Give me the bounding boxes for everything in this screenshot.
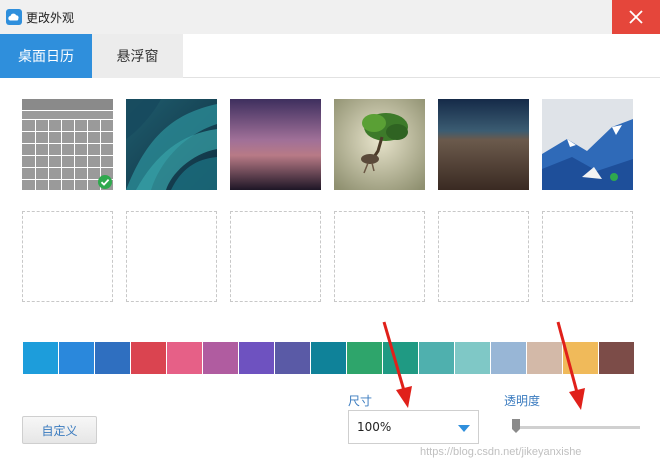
size-dropdown[interactable]: 100% <box>348 410 479 444</box>
watermark-text: https://blog.csdn.net/jikeyanxishe <box>420 446 582 458</box>
teal-petals-image <box>126 99 217 190</box>
tab-bar: 桌面日历 悬浮窗 <box>0 34 660 78</box>
close-button[interactable] <box>612 0 660 34</box>
opacity-label: 透明度 <box>504 394 541 408</box>
background-thumb-calendar-grid[interactable] <box>22 99 113 190</box>
size-value: 100% <box>357 420 392 434</box>
custom-background-slot[interactable] <box>126 211 217 302</box>
color-swatch[interactable] <box>23 342 58 374</box>
opacity-slider-handle[interactable] <box>512 419 520 433</box>
color-swatch[interactable] <box>455 342 490 374</box>
purple-dusk-image <box>230 99 321 190</box>
color-swatch[interactable] <box>239 342 274 374</box>
blue-mountains-image <box>542 99 633 190</box>
tab-desktop-calendar[interactable]: 桌面日历 <box>0 34 92 78</box>
color-swatch[interactable] <box>527 342 562 374</box>
custom-button[interactable]: 自定义 <box>22 416 97 444</box>
color-swatch[interactable] <box>167 342 202 374</box>
color-swatch[interactable] <box>95 342 130 374</box>
color-swatch[interactable] <box>203 342 238 374</box>
color-swatch[interactable] <box>491 342 526 374</box>
color-swatch[interactable] <box>383 342 418 374</box>
color-swatch[interactable] <box>311 342 346 374</box>
background-thumb-teal-petals[interactable] <box>126 99 217 190</box>
background-thumb-brown-plain[interactable] <box>438 99 529 190</box>
background-thumb-floating-tree[interactable] <box>334 99 425 190</box>
color-swatch[interactable] <box>131 342 166 374</box>
color-swatch[interactable] <box>347 342 382 374</box>
background-thumb-purple-dusk[interactable] <box>230 99 321 190</box>
custom-background-slot[interactable] <box>230 211 321 302</box>
custom-background-slot[interactable] <box>542 211 633 302</box>
color-swatch[interactable] <box>59 342 94 374</box>
color-swatch[interactable] <box>599 342 634 374</box>
custom-background-slot[interactable] <box>334 211 425 302</box>
color-swatch[interactable] <box>563 342 598 374</box>
close-icon <box>629 10 643 24</box>
color-swatch[interactable] <box>419 342 454 374</box>
opacity-slider[interactable] <box>512 419 640 433</box>
size-label: 尺寸 <box>348 394 373 408</box>
color-swatch[interactable] <box>275 342 310 374</box>
title-bar: 更改外观 <box>0 0 660 34</box>
floating-tree-image <box>334 99 425 190</box>
tab-floating-window[interactable]: 悬浮窗 <box>92 34 183 78</box>
chevron-down-icon <box>458 425 470 432</box>
custom-background-slot[interactable] <box>438 211 529 302</box>
custom-background-slot[interactable] <box>22 211 113 302</box>
brown-plain-image <box>438 99 529 190</box>
selected-check-icon <box>98 175 112 189</box>
window-title: 更改外观 <box>26 11 75 25</box>
background-thumb-blue-mountains[interactable] <box>542 99 633 190</box>
cloud-calendar-icon <box>6 9 22 25</box>
